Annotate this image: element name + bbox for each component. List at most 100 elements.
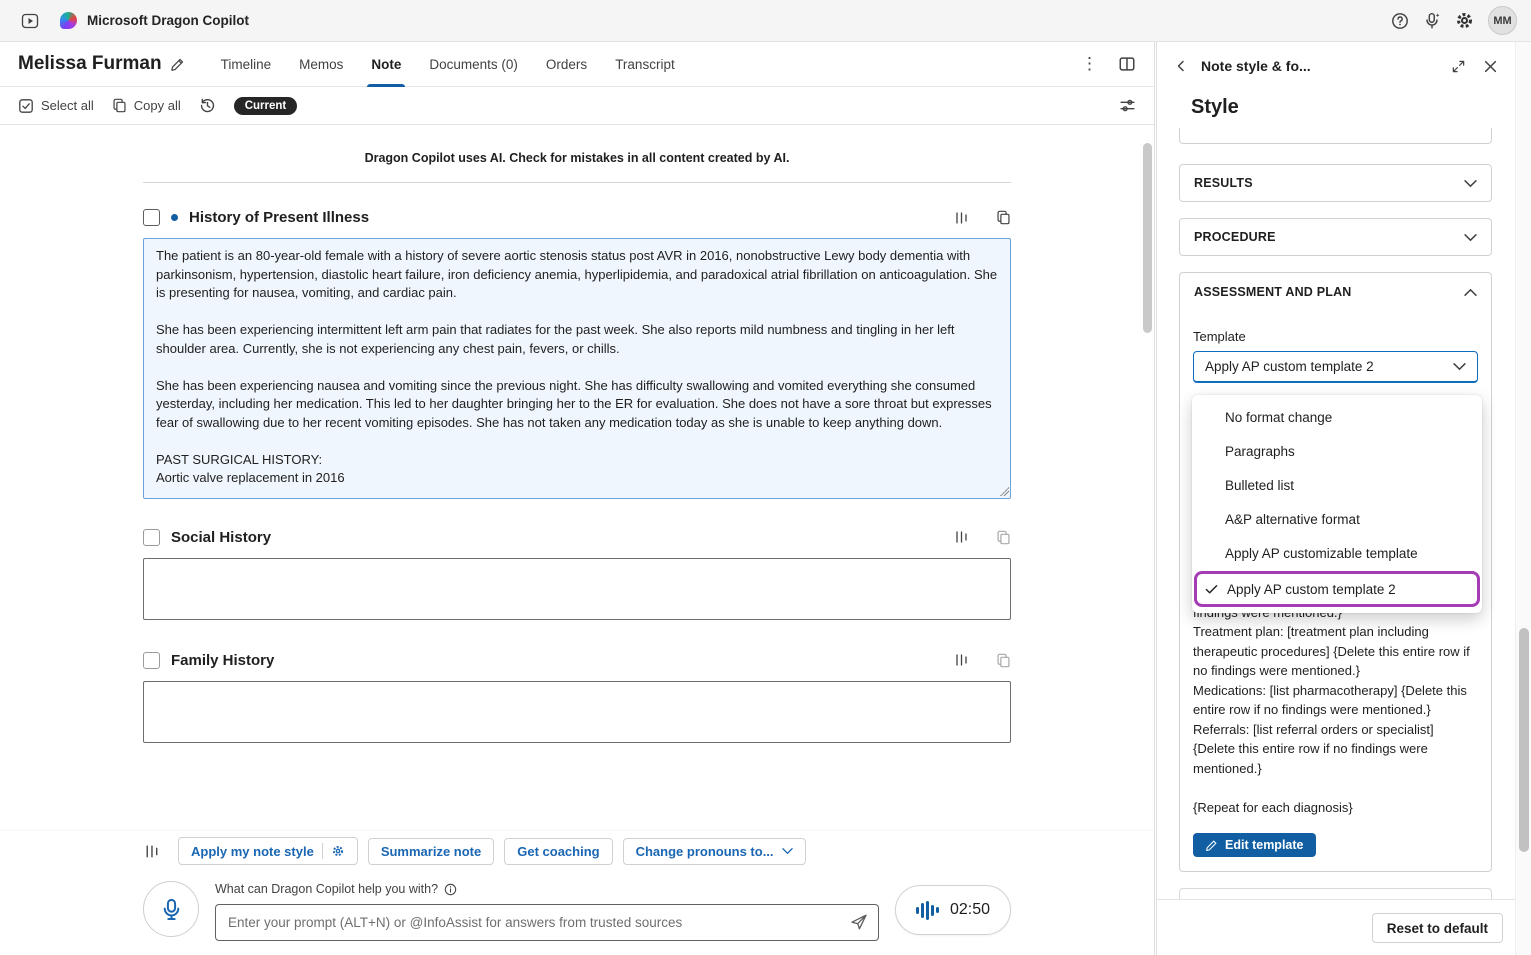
section-title: Family History xyxy=(171,652,274,669)
current-version-badge[interactable]: Current xyxy=(234,97,298,115)
waveform-icon xyxy=(916,901,939,920)
assistant-bar: Apply my note style Summarize note Get c… xyxy=(0,831,1154,955)
unsaved-indicator-dot xyxy=(171,214,178,221)
send-icon[interactable] xyxy=(849,912,869,932)
version-history-icon[interactable] xyxy=(199,97,216,114)
accordion-label: ASSESSMENT AND PLAN xyxy=(1194,285,1352,299)
side-by-side-icon[interactable] xyxy=(1118,55,1136,73)
template-select-value: Apply AP custom template 2 xyxy=(1205,359,1374,374)
copy-section-icon[interactable] xyxy=(996,530,1011,545)
microphone-settings-icon[interactable] xyxy=(1416,5,1448,37)
expand-panel-icon[interactable] xyxy=(1447,55,1470,78)
get-coaching-label: Get coaching xyxy=(517,844,599,859)
option-paragraphs[interactable]: Paragraphs xyxy=(1192,434,1482,468)
microphone-button[interactable] xyxy=(143,881,199,937)
chevron-down-icon xyxy=(1464,233,1477,242)
accordion-assessment-plan[interactable]: ASSESSMENT AND PLAN xyxy=(1180,273,1491,311)
note-style-panel: Note style & fo... Style RESULTS PROCEDU… xyxy=(1156,42,1515,955)
info-icon[interactable] xyxy=(444,883,457,896)
select-all-button[interactable]: Select all xyxy=(18,98,94,114)
social-checkbox[interactable] xyxy=(143,529,160,546)
get-coaching-button[interactable]: Get coaching xyxy=(504,838,612,865)
note-workspace: Melissa Furman Timeline Memos Note Docum… xyxy=(0,42,1155,955)
reset-to-default-button[interactable]: Reset to default xyxy=(1372,913,1503,943)
note-settings-icon[interactable] xyxy=(1119,97,1136,114)
style-heading: Style xyxy=(1157,90,1515,131)
toggle-sidebar-icon[interactable] xyxy=(14,5,46,37)
summarize-note-button[interactable]: Summarize note xyxy=(368,838,494,865)
hpi-checkbox[interactable] xyxy=(143,209,160,226)
apply-note-style-label: Apply my note style xyxy=(191,844,314,859)
template-dropdown-menu: No format change Paragraphs Bulleted lis… xyxy=(1192,395,1482,613)
page-title: Melissa Furman xyxy=(18,53,162,75)
back-icon[interactable] xyxy=(1171,56,1191,76)
accordion-results[interactable]: RESULTS xyxy=(1179,164,1492,202)
summarize-note-label: Summarize note xyxy=(381,844,481,859)
window-scrollbar-thumb[interactable] xyxy=(1519,628,1529,852)
section-header-social: Social History xyxy=(143,529,1011,546)
option-apply-ap-custom-template-2[interactable]: Apply AP custom template 2 xyxy=(1194,571,1480,607)
edit-template-label: Edit template xyxy=(1225,838,1304,852)
patient-header: Melissa Furman Timeline Memos Note Docum… xyxy=(0,42,1154,87)
option-ap-alternative-format[interactable]: A&P alternative format xyxy=(1192,502,1482,536)
resize-grip[interactable] xyxy=(999,486,1009,496)
note-scrollbar xyxy=(1143,135,1152,821)
copy-section-icon[interactable] xyxy=(996,210,1011,225)
divider xyxy=(322,843,323,859)
prompt-question: What can Dragon Copilot help you with? xyxy=(215,882,438,896)
edit-name-icon[interactable] xyxy=(170,57,185,72)
tab-memos[interactable]: Memos xyxy=(285,42,357,87)
checkmark-icon xyxy=(1205,584,1218,595)
app-title: Microsoft Dragon Copilot xyxy=(87,13,249,28)
copy-all-label: Copy all xyxy=(134,98,181,113)
template-select[interactable]: Apply AP custom template 2 xyxy=(1193,351,1478,383)
section-title: Social History xyxy=(171,529,271,546)
columns-icon[interactable] xyxy=(953,210,971,226)
more-options-icon[interactable]: ⋮ xyxy=(1075,52,1104,76)
columns-icon[interactable] xyxy=(953,529,971,545)
family-history-editor[interactable] xyxy=(143,681,1011,743)
divider xyxy=(143,182,1011,183)
apply-note-style-button[interactable]: Apply my note style xyxy=(178,837,358,865)
columns-icon[interactable] xyxy=(953,652,971,668)
family-checkbox[interactable] xyxy=(143,652,160,669)
template-preview-text: consultations] {Delete this entire row i… xyxy=(1193,583,1478,817)
copy-section-icon[interactable] xyxy=(996,653,1011,668)
accordion-procedure[interactable]: PROCEDURE xyxy=(1179,218,1492,256)
dragon-copilot-logo xyxy=(60,12,77,29)
settings-gear-icon[interactable] xyxy=(1448,5,1480,37)
tab-orders[interactable]: Orders xyxy=(532,42,601,87)
gear-icon[interactable] xyxy=(331,844,345,858)
columns-icon[interactable] xyxy=(143,843,162,860)
hpi-text-editor[interactable]: The patient is an 80-year-old female wit… xyxy=(143,238,1011,499)
chevron-down-icon xyxy=(1464,179,1477,188)
section-title: History of Present Illness xyxy=(189,209,369,226)
note-scrollbar-thumb[interactable] xyxy=(1143,143,1152,333)
accordion-label: RESULTS xyxy=(1194,176,1253,190)
timer-value: 02:50 xyxy=(950,901,990,919)
change-pronouns-label: Change pronouns to... xyxy=(636,844,774,859)
recording-timer[interactable]: 02:50 xyxy=(895,885,1011,935)
select-all-label: Select all xyxy=(41,98,94,113)
tab-documents[interactable]: Documents (0) xyxy=(415,42,532,87)
tab-transcript[interactable]: Transcript xyxy=(601,42,689,87)
selected-option-label: Apply AP custom template 2 xyxy=(1227,582,1396,597)
tab-note[interactable]: Note xyxy=(357,42,415,87)
avatar[interactable]: MM xyxy=(1488,6,1517,35)
chevron-up-icon xyxy=(1464,288,1477,297)
option-apply-ap-customizable-template[interactable]: Apply AP customizable template xyxy=(1192,536,1482,570)
chevron-down-icon xyxy=(782,847,793,855)
option-no-format-change[interactable]: No format change xyxy=(1192,400,1482,434)
panel-title: Note style & fo... xyxy=(1201,58,1311,74)
topbar: Microsoft Dragon Copilot MM xyxy=(0,0,1531,42)
help-icon[interactable] xyxy=(1384,5,1416,37)
copy-all-button[interactable]: Copy all xyxy=(112,98,181,113)
edit-template-button[interactable]: Edit template xyxy=(1193,833,1316,857)
tab-timeline[interactable]: Timeline xyxy=(207,42,286,87)
social-history-editor[interactable] xyxy=(143,558,1011,620)
close-icon[interactable] xyxy=(1480,56,1501,77)
change-pronouns-button[interactable]: Change pronouns to... xyxy=(623,838,806,865)
prompt-input[interactable] xyxy=(215,904,879,941)
option-bulleted-list[interactable]: Bulleted list xyxy=(1192,468,1482,502)
template-label: Template xyxy=(1193,329,1478,344)
